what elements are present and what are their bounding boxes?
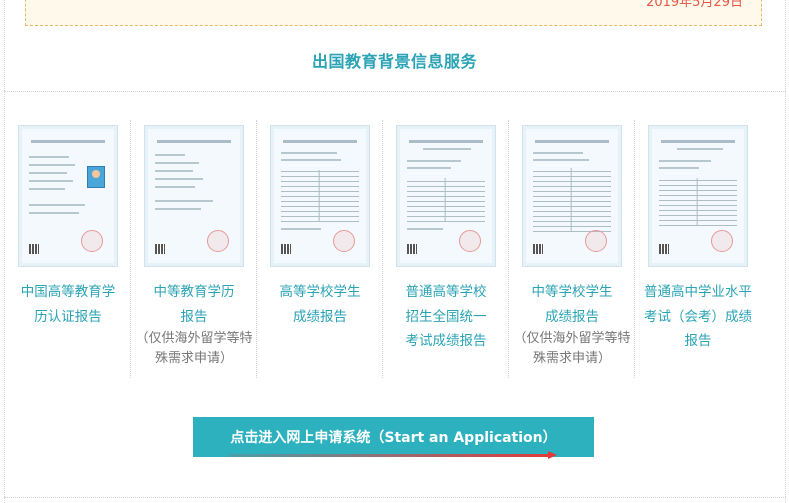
service-card-huikao-score[interactable]: 普通高中学业水平考试（会考）成绩报告 <box>635 120 761 378</box>
service-card-note: （仅供海外留学等特殊需求申请） <box>135 331 253 366</box>
service-card-degree-certification[interactable]: 中国高等教育学历认证报告 <box>5 120 131 378</box>
university-transcript-report-icon[interactable] <box>270 125 370 267</box>
service-card-label[interactable]: 中国高等教育学历认证报告 <box>5 280 131 329</box>
service-card-note: （仅供海外留学等特殊需求申请） <box>513 331 631 366</box>
huikao-score-report-icon[interactable] <box>648 125 748 267</box>
notice-date: 2019年5月29日 <box>646 0 743 10</box>
arrow-head-icon <box>548 451 557 459</box>
bottom-divider <box>4 497 786 498</box>
secondary-transcript-report-icon[interactable] <box>522 125 622 267</box>
arrow-right-icon <box>229 454 550 457</box>
service-card-label[interactable]: 中等教育学历报告 <box>131 280 257 329</box>
section-title: 出国教育背景信息服务 <box>311 52 477 71</box>
service-card-secondary-transcript[interactable]: 中等学校学生成绩报告 （仅供海外留学等特殊需求申请） <box>509 120 635 378</box>
section-divider <box>4 91 786 92</box>
service-card-label[interactable]: 中等学校学生成绩报告 <box>509 280 635 329</box>
service-card-gaokao-score[interactable]: 普通高等学校招生全国统一考试成绩报告 <box>383 120 509 378</box>
start-application-button[interactable]: 点击进入网上申请系统（Start an Application） <box>193 417 594 457</box>
gaokao-score-report-icon[interactable] <box>396 125 496 267</box>
notice-box: 2019年5月29日 <box>25 0 762 26</box>
service-card-label[interactable]: 普通高等学校招生全国统一考试成绩报告 <box>383 280 509 354</box>
degree-certificate-report-icon[interactable] <box>18 125 118 267</box>
service-card-secondary-education[interactable]: 中等教育学历报告 （仅供海外留学等特殊需求申请） <box>131 120 257 378</box>
service-card-label[interactable]: 普通高中学业水平考试（会考）成绩报告 <box>635 280 761 354</box>
service-card-label[interactable]: 高等学校学生成绩报告 <box>257 280 383 329</box>
page-border-right <box>785 0 786 503</box>
secondary-education-report-icon[interactable] <box>144 125 244 267</box>
service-card-university-transcript[interactable]: 高等学校学生成绩报告 <box>257 120 383 378</box>
